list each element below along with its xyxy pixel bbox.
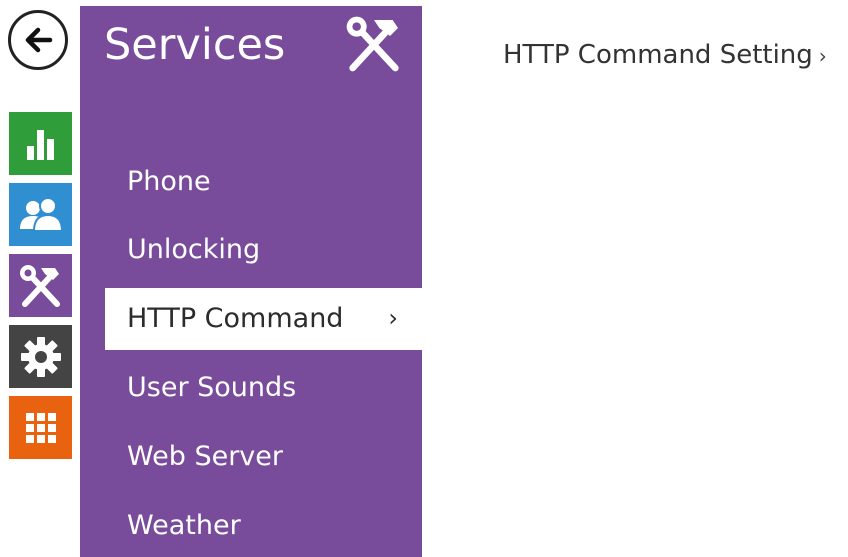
menu-item-label: HTTP Command <box>127 303 344 334</box>
menu-item-label: User Sounds <box>127 372 297 403</box>
nav-system-tile[interactable] <box>9 396 72 459</box>
tools-icon <box>19 264 60 307</box>
bar-chart-icon <box>26 129 54 160</box>
nav-hardware-tile[interactable] <box>9 325 72 388</box>
users-icon <box>19 196 63 232</box>
menu-item-phone[interactable]: Phone <box>80 151 422 213</box>
menu-item-label: Phone <box>127 166 211 197</box>
menu-item-label: Weather <box>127 510 241 541</box>
gear-icon <box>20 336 61 377</box>
menu-item-label: Web Server <box>127 441 283 472</box>
back-button[interactable] <box>8 10 68 70</box>
menu-item-unlocking[interactable]: Unlocking <box>80 219 422 281</box>
nav-services-tile[interactable] <box>9 254 72 317</box>
chevron-right-icon: › <box>388 304 398 332</box>
services-menu: Services Phone Unlocking HTTP Command › … <box>80 6 422 557</box>
tools-icon <box>346 16 399 72</box>
nav-directory-tile[interactable] <box>9 183 72 246</box>
breadcrumb[interactable]: HTTP Command Setting › <box>503 36 827 75</box>
menu-title: Services <box>104 20 286 70</box>
chevron-right-icon: › <box>818 44 827 68</box>
menu-item-label: Unlocking <box>127 234 261 265</box>
breadcrumb-label: HTTP Command Setting <box>503 40 813 70</box>
menu-item-web-server[interactable]: Web Server <box>80 426 422 488</box>
grid-icon <box>25 412 56 443</box>
nav-status-tile[interactable] <box>9 112 72 175</box>
menu-item-user-sounds[interactable]: User Sounds <box>80 357 422 419</box>
app-window: Services Phone Unlocking HTTP Command › … <box>0 0 848 557</box>
menu-item-weather[interactable]: Weather <box>80 495 422 557</box>
menu-item-http-command[interactable]: HTTP Command › <box>105 288 422 350</box>
arrow-left-icon <box>25 27 53 53</box>
